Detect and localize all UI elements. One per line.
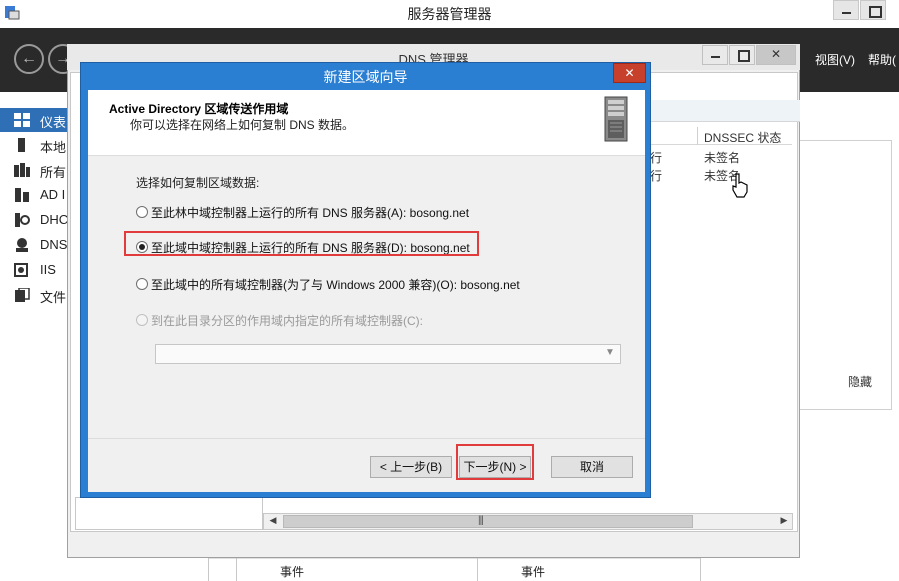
scroll-right-icon[interactable]: ▶ bbox=[777, 515, 791, 528]
wizard-heading: Active Directory 区域传送作用域 bbox=[109, 102, 289, 116]
menu-view[interactable]: 视图(V) bbox=[815, 51, 855, 68]
wizard-footer-divider bbox=[88, 438, 645, 439]
highlight-box bbox=[456, 444, 534, 480]
scroll-left-icon[interactable]: ◀ bbox=[266, 515, 280, 528]
radio-option-label: 至此域中的所有域控制器(为了与 Windows 2000 兼容)(O): bos… bbox=[151, 278, 520, 292]
back-arrow-icon[interactable]: ← bbox=[14, 44, 44, 74]
sidebar-item-dashboard[interactable]: 仪表 bbox=[0, 108, 70, 132]
minimize-button[interactable] bbox=[833, 0, 859, 20]
sidebar-item-local-server[interactable]: 本地 bbox=[0, 133, 70, 157]
dns-tree-pane bbox=[75, 497, 263, 530]
radio-option-label: 至此林中域控制器上运行的所有 DNS 服务器(A): bosong.net bbox=[151, 206, 470, 220]
hand-cursor-icon bbox=[730, 172, 750, 198]
sidebar-item-label: 文件 bbox=[40, 290, 67, 305]
sidebar-item-label: AD I bbox=[40, 187, 66, 202]
dns-close-button[interactable] bbox=[756, 45, 796, 65]
dhcp-icon bbox=[14, 213, 30, 227]
wizard-title: 新建区域向导 bbox=[323, 69, 408, 85]
zone-row-status[interactable]: 行 bbox=[650, 167, 662, 184]
column-divider bbox=[700, 558, 701, 581]
dns-toolbar bbox=[650, 100, 800, 122]
column-divider bbox=[477, 558, 478, 581]
servers-icon bbox=[14, 163, 30, 177]
radio-button bbox=[136, 314, 148, 326]
sidebar-item-file[interactable]: 文件 bbox=[0, 283, 70, 307]
radio-button[interactable] bbox=[136, 206, 148, 218]
events-label[interactable]: 事件 bbox=[280, 563, 304, 580]
sidebar-item-iis[interactable]: IIS bbox=[0, 258, 70, 282]
column-divider bbox=[208, 558, 209, 581]
zone-row-dnssec[interactable]: 未签名 bbox=[704, 149, 740, 166]
radio-option-label: 到在此目录分区的作用域内指定的所有域控制器(C): bbox=[151, 314, 423, 328]
cancel-button[interactable]: 取消 bbox=[551, 456, 633, 478]
sidebar-item-label: DNS bbox=[40, 237, 68, 252]
scrollbar-grip-icon: ||| bbox=[478, 515, 484, 526]
highlight-box bbox=[124, 231, 479, 256]
sidebar-item-label: 仪表 bbox=[40, 115, 67, 130]
column-header-dnssec[interactable]: DNSSEC 状态 bbox=[704, 129, 781, 146]
server-manager-title: 服务器管理器 bbox=[407, 6, 492, 22]
replication-prompt: 选择如何复制区域数据: bbox=[136, 176, 260, 190]
ad-icon bbox=[14, 188, 30, 202]
dns-maximize-button[interactable] bbox=[729, 45, 755, 65]
sidebar-item-dhcp[interactable]: DHC bbox=[0, 208, 70, 232]
dns-icon bbox=[14, 238, 30, 252]
chevron-down-icon: ▼ bbox=[605, 347, 615, 358]
server-tower-icon bbox=[601, 96, 631, 142]
column-divider[interactable] bbox=[697, 127, 698, 145]
column-divider bbox=[236, 558, 237, 581]
dashboard-icon bbox=[14, 113, 30, 127]
sidebar-item-label: IIS bbox=[40, 262, 56, 277]
iis-icon bbox=[14, 263, 30, 277]
file-icon bbox=[14, 287, 30, 302]
sidebar-item-all-servers[interactable]: 所有 bbox=[0, 158, 70, 182]
back-button[interactable]: < 上一步(B) bbox=[370, 456, 452, 478]
server-icon bbox=[14, 138, 30, 152]
sidebar-item-ad[interactable]: AD I bbox=[0, 183, 70, 207]
sidebar-item-label: DHC bbox=[40, 212, 69, 227]
events-label[interactable]: 事件 bbox=[521, 563, 545, 580]
sidebar-item-label: 所有 bbox=[40, 165, 67, 180]
directory-partition-dropdown bbox=[155, 344, 621, 364]
sidebar-item-dns[interactable]: DNS bbox=[0, 233, 70, 257]
zone-row-status[interactable]: 行 bbox=[650, 149, 662, 166]
hide-link[interactable]: 隐藏 bbox=[848, 373, 872, 390]
wizard-subheading: 你可以选择在网络上如何复制 DNS 数据。 bbox=[130, 118, 355, 132]
tasks-panel bbox=[800, 140, 892, 410]
dns-minimize-button[interactable] bbox=[702, 45, 728, 65]
menu-help[interactable]: 帮助( bbox=[868, 51, 896, 68]
scrollbar-thumb[interactable] bbox=[283, 515, 693, 528]
maximize-button[interactable] bbox=[860, 0, 886, 20]
radio-button[interactable] bbox=[136, 278, 148, 290]
wizard-close-button[interactable]: ✕ bbox=[613, 63, 646, 83]
sidebar-item-label: 本地 bbox=[40, 140, 67, 155]
